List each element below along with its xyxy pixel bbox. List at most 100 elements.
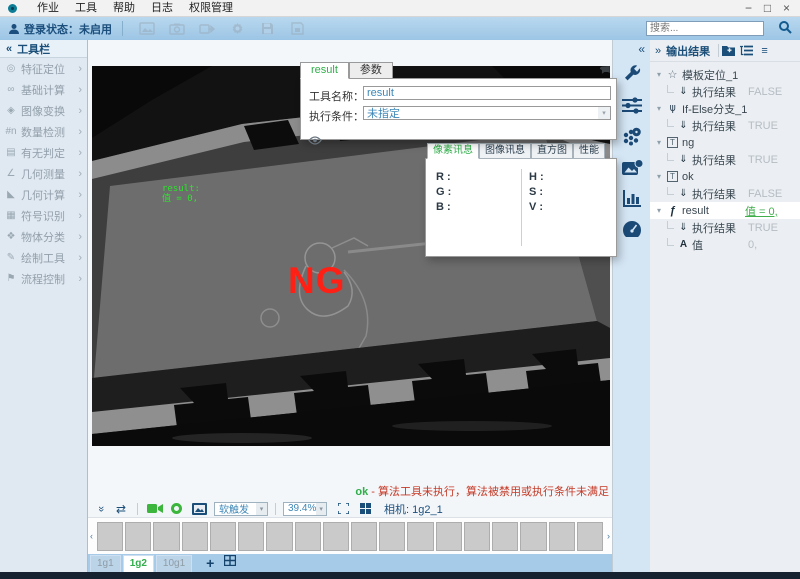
filmstrip-thumbnail[interactable]: [577, 522, 603, 551]
tab-pixel-info[interactable]: 像素讯息: [427, 143, 479, 159]
tree-item-ok[interactable]: ▾ T ok: [650, 168, 800, 185]
collapse-right-panel-icon[interactable]: «: [638, 42, 645, 56]
filmstrip-thumbnail[interactable]: [379, 522, 405, 551]
filmstrip-thumbnail[interactable]: [407, 522, 433, 551]
sidebar-item-image-transform[interactable]: ◈ 图像变换 ›: [0, 100, 87, 121]
folder-icon[interactable]: [720, 45, 737, 56]
sidebar-item-feature-locate[interactable]: ◎ 特征定位 ›: [0, 58, 87, 79]
trigger-mode-dropdown[interactable]: 软触发 ▾: [214, 502, 268, 516]
eye-visibility-icon[interactable]: [308, 136, 322, 148]
single-capture-icon[interactable]: [165, 503, 187, 514]
filmstrip-left-arrow[interactable]: ‹: [88, 531, 95, 541]
pin-icon[interactable]: [600, 64, 611, 78]
save-icon[interactable]: [252, 20, 282, 37]
sidebar-item-geometry-calc[interactable]: ◣ 几何计算 ›: [0, 184, 87, 205]
menu-permissions[interactable]: 权限管理: [181, 0, 241, 16]
filmstrip-thumbnail[interactable]: [125, 522, 151, 551]
menu-job[interactable]: 作业: [29, 0, 67, 16]
filmstrip-thumbnail[interactable]: [153, 522, 179, 551]
filmstrip-thumbnail[interactable]: [492, 522, 518, 551]
tab-performance[interactable]: 性能: [573, 143, 605, 159]
camera-tab-10g1[interactable]: 10g1: [156, 555, 192, 572]
expander-icon[interactable]: ▾: [653, 70, 665, 79]
expander-icon[interactable]: ▾: [653, 138, 665, 147]
camera-tab-1g1[interactable]: 1g1: [90, 555, 121, 572]
list-menu-icon[interactable]: ≡: [756, 45, 773, 57]
parameters-sliders-icon[interactable]: [621, 95, 643, 115]
filmstrip-thumbnail[interactable]: [182, 522, 208, 551]
settings-gear-icon[interactable]: [222, 20, 252, 37]
tab-result[interactable]: result: [300, 62, 349, 79]
run-export-icon[interactable]: [192, 20, 222, 37]
tree-collapse-icon[interactable]: [738, 45, 755, 56]
image-source-icon[interactable]: [132, 20, 162, 37]
filmstrip-thumbnail[interactable]: [97, 522, 123, 551]
expander-icon[interactable]: ▾: [653, 206, 665, 215]
tree-subitem-exec-result[interactable]: ⇓ 执行结果 FALSE: [650, 83, 800, 100]
save-as-icon[interactable]: [282, 20, 312, 37]
maximize-button[interactable]: □: [758, 0, 777, 16]
search-input[interactable]: [646, 21, 764, 36]
filmstrip-thumbnail[interactable]: [549, 522, 575, 551]
filmstrip-thumbnail[interactable]: [295, 522, 321, 551]
image-gallery-icon[interactable]: [187, 503, 211, 515]
tab-histogram[interactable]: 直方图: [531, 143, 573, 159]
filmstrip-thumbnail[interactable]: [464, 522, 490, 551]
tree-item-template-locate[interactable]: ▾ ☆ 模板定位_1: [650, 66, 800, 83]
close-button[interactable]: ×: [777, 0, 796, 16]
filmstrip-thumbnail[interactable]: [238, 522, 264, 551]
filmstrip-thumbnail[interactable]: [323, 522, 349, 551]
sidebar-item-presence-check[interactable]: ▤ 有无判定 ›: [0, 142, 87, 163]
result-value-badge[interactable]: 值 = 0,: [745, 203, 778, 219]
tree-subitem-exec-result[interactable]: ⇓ 执行结果 TRUE: [650, 219, 800, 236]
exec-condition-select[interactable]: 未指定 ▾: [363, 106, 611, 120]
module-status-icon[interactable]: [621, 126, 643, 146]
zoom-level-dropdown[interactable]: 39.4% ▾: [283, 502, 327, 516]
sidebar-item-flow-control[interactable]: ⚑ 流程控制 ›: [0, 268, 87, 289]
tree-item-ng[interactable]: ▾ T ng: [650, 134, 800, 151]
filmstrip-thumbnail[interactable]: [436, 522, 462, 551]
histogram-chart-icon[interactable]: [621, 188, 643, 208]
tree-subitem-exec-result[interactable]: ⇓ 执行结果 TRUE: [650, 151, 800, 168]
expander-icon[interactable]: ▾: [653, 104, 665, 113]
collapse-panel-icon[interactable]: »: [95, 502, 107, 516]
filmstrip-right-arrow[interactable]: ›: [605, 531, 612, 541]
tool-wrench-icon[interactable]: [621, 64, 643, 84]
filmstrip-thumbnail[interactable]: [210, 522, 236, 551]
layout-grid-icon[interactable]: [224, 555, 236, 569]
image-status-icon[interactable]: [621, 157, 643, 177]
search-icon[interactable]: [778, 20, 792, 37]
sidebar-item-symbol-recognize[interactable]: ▦ 符号识别 ›: [0, 205, 87, 226]
menu-tools[interactable]: 工具: [67, 0, 105, 16]
fit-view-icon[interactable]: [331, 503, 355, 514]
live-video-icon[interactable]: [145, 503, 165, 514]
filmstrip-thumbnail[interactable]: [266, 522, 292, 551]
filmstrip-thumbnail[interactable]: [351, 522, 377, 551]
grid-view-icon[interactable]: [355, 503, 375, 514]
tool-name-input[interactable]: [363, 86, 611, 100]
sidebar-item-object-classify[interactable]: ❖ 物体分类 ›: [0, 226, 87, 247]
add-camera-button[interactable]: +: [206, 555, 214, 571]
collapse-sidebar-icon[interactable]: «: [6, 43, 12, 55]
tree-subitem-exec-result[interactable]: ⇓ 执行结果 FALSE: [650, 185, 800, 202]
filmstrip-thumbnail[interactable]: [520, 522, 546, 551]
tree-item-result[interactable]: ▾ ƒ result 值 = 0,: [650, 202, 800, 219]
camera-tab-1g2[interactable]: 1g2: [123, 555, 154, 572]
menu-help[interactable]: 帮助: [105, 0, 143, 16]
expand-panel-icon[interactable]: »: [655, 45, 661, 57]
swap-icon[interactable]: ⇄: [112, 502, 130, 516]
expander-icon[interactable]: ▾: [653, 172, 665, 181]
tab-params[interactable]: 参数: [349, 62, 393, 79]
menu-log[interactable]: 日志: [143, 0, 181, 16]
tree-subitem-exec-result[interactable]: ⇓ 执行结果 TRUE: [650, 117, 800, 134]
tree-subitem-value[interactable]: A 值 0,: [650, 236, 800, 253]
performance-gauge-icon[interactable]: [621, 219, 643, 239]
sidebar-item-geometry-measure[interactable]: ∠ 几何测量 ›: [0, 163, 87, 184]
camera-settings-icon[interactable]: [162, 20, 192, 37]
minimize-button[interactable]: −: [739, 0, 758, 16]
sidebar-item-draw-tools[interactable]: ✎ 绘制工具 ›: [0, 247, 87, 268]
tab-image-info[interactable]: 图像讯息: [479, 143, 531, 159]
sidebar-item-count-check[interactable]: #n 数量检测 ›: [0, 121, 87, 142]
tree-item-if-else[interactable]: ▾ ⋔ If-Else分支_1: [650, 100, 800, 117]
sidebar-item-basic-calc[interactable]: ∞ 基础计算 ›: [0, 79, 87, 100]
